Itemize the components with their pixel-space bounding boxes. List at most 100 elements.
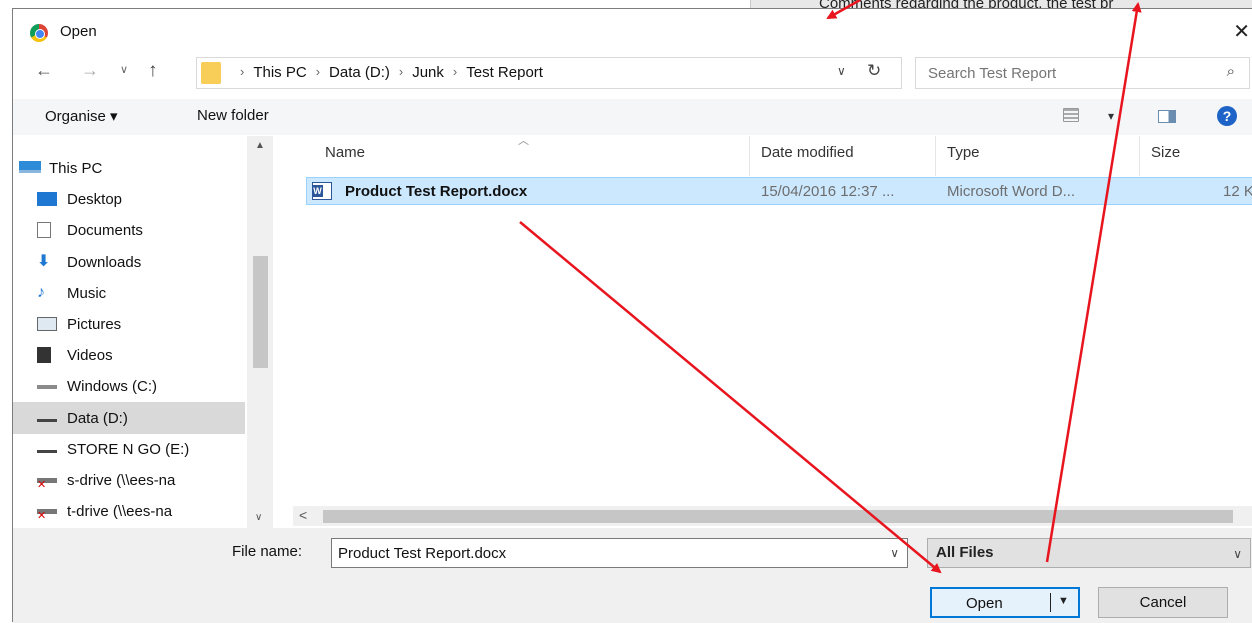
scroll-down-icon[interactable]: ∨: [255, 512, 262, 523]
drive-icon: [37, 418, 57, 422]
scroll-thumb[interactable]: [253, 256, 268, 368]
dialog-title: Open: [60, 23, 97, 40]
breadcrumb-item-test-report[interactable]: Test Report: [466, 64, 543, 81]
column-divider[interactable]: [935, 136, 936, 176]
drive-icon: [37, 449, 57, 453]
disconnected-network-drive-icon: ✕: [37, 509, 57, 522]
scroll-up-icon[interactable]: ▲: [255, 140, 265, 151]
file-type-select[interactable]: All Files ∨: [927, 538, 1251, 568]
sidebar-item-label: Desktop: [67, 191, 123, 209]
download-arrow-icon: ⬇: [37, 252, 51, 270]
videos-icon: [37, 347, 51, 364]
sidebar-item[interactable]: Windows (C:): [13, 370, 245, 402]
file-name-input[interactable]: [338, 544, 858, 562]
music-note-icon: ♪: [37, 283, 45, 301]
sidebar-item[interactable]: Desktop: [13, 183, 245, 215]
navigation-pane: This PC Desktop Documents ⬇ Downloads ♪ Music P…: [13, 136, 275, 528]
file-size-cell: 12 KB: [1223, 183, 1252, 200]
column-header-name[interactable]: Name: [325, 144, 365, 161]
chevron-down-icon[interactable]: ∨: [890, 546, 899, 560]
windows-drive-icon: [37, 385, 57, 390]
sidebar-item-label: Pictures: [67, 316, 122, 333]
sidebar-item-label: t-drive (\\ees-na: [67, 503, 173, 521]
chevron-down-icon[interactable]: ∨: [1233, 547, 1242, 561]
sidebar-item[interactable]: This PC: [13, 152, 245, 184]
sidebar-item[interactable]: ⬇ Downloads: [13, 246, 245, 278]
folder-icon: [201, 62, 221, 84]
up-folder-button[interactable]: ↑: [148, 60, 158, 82]
file-name-label: File name:: [232, 543, 303, 560]
column-divider[interactable]: [1139, 136, 1140, 176]
scroll-thumb[interactable]: [323, 510, 1233, 523]
sidebar-item[interactable]: STORE N GO (E:): [13, 433, 245, 465]
search-box[interactable]: ⌕: [915, 57, 1250, 89]
scroll-left-icon[interactable]: <: [299, 507, 307, 523]
chrome-icon: [30, 24, 48, 42]
address-dropdown-icon[interactable]: ∨: [837, 64, 846, 78]
file-name-combobox[interactable]: ∨: [331, 538, 908, 568]
close-icon[interactable]: ✕: [1233, 19, 1250, 44]
horizontal-scrollbar[interactable]: <: [293, 506, 1252, 526]
desktop-icon: [37, 192, 57, 207]
file-type-selected-value: All Files: [936, 544, 994, 561]
navigation-row: ← → ∨ ↑ › This PC › Data (D:) › Junk › T…: [13, 57, 1252, 89]
search-input[interactable]: [928, 63, 1188, 83]
sidebar-item[interactable]: ✕ s-drive (\\ees-na: [13, 464, 245, 496]
refresh-icon[interactable]: ↻: [867, 61, 881, 81]
documents-icon: [37, 222, 51, 239]
breadcrumb-item-data-drive[interactable]: Data (D:): [329, 64, 390, 81]
open-button[interactable]: Open ▼: [930, 587, 1080, 618]
open-file-dialog: Open ✕ ← → ∨ ↑ › This PC › Data (D:) › J…: [12, 8, 1252, 623]
command-toolbar: Organise ▾ New folder ▾ ?: [13, 99, 1252, 135]
sidebar-item[interactable]: Data (D:): [13, 401, 245, 434]
view-options-icon[interactable]: [1063, 108, 1079, 122]
breadcrumb-item-junk[interactable]: Junk: [412, 64, 444, 81]
breadcrumb-separator: ›: [315, 64, 321, 79]
breadcrumb-separator: ›: [398, 64, 404, 79]
sidebar-item[interactable]: Documents: [13, 214, 245, 246]
search-icon[interactable]: ⌕: [1227, 63, 1235, 80]
sidebar-item-label: Documents: [67, 222, 143, 240]
sidebar-item[interactable]: Pictures: [13, 308, 245, 340]
dialog-footer: File name: ∨ All Files ∨ Open ▼ Cancel: [13, 528, 1252, 623]
sidebar-item-label: Downloads: [67, 253, 142, 271]
recent-locations-button[interactable]: ∨: [120, 63, 128, 76]
column-header-size[interactable]: Size: [1151, 144, 1180, 161]
back-button[interactable]: ←: [35, 60, 53, 81]
breadcrumb: › This PC › Data (D:) › Junk › Test Repo…: [231, 64, 543, 81]
sidebar-item[interactable]: Videos: [13, 339, 245, 371]
breadcrumb-separator: ›: [452, 64, 458, 79]
sidebar-item[interactable]: ♪ Music: [13, 277, 245, 309]
sidebar-item-label: Data (D:): [67, 409, 128, 427]
address-bar[interactable]: › This PC › Data (D:) › Junk › Test Repo…: [196, 57, 902, 89]
navigation-scrollbar[interactable]: ▲ ∨: [247, 136, 273, 528]
breadcrumb-separator: ›: [240, 64, 245, 79]
breadcrumb-item-this-pc[interactable]: This PC: [253, 64, 306, 81]
forward-button[interactable]: →: [81, 60, 99, 81]
file-type-cell: Microsoft Word D...: [947, 183, 1076, 200]
cancel-button-label: Cancel: [1139, 594, 1187, 611]
pictures-icon: [37, 317, 57, 331]
sidebar-item[interactable]: ✕ t-drive (\\ees-na: [13, 495, 245, 527]
column-divider[interactable]: [749, 136, 750, 176]
open-button-label: Open: [966, 595, 1003, 612]
sidebar-item-label: s-drive (\\ees-na: [67, 472, 176, 489]
new-folder-button[interactable]: New folder: [197, 107, 269, 124]
column-header-date-modified[interactable]: Date modified: [761, 144, 854, 161]
sort-ascending-icon: ︿: [518, 135, 529, 147]
preview-pane-icon[interactable]: [1158, 110, 1176, 123]
table-row[interactable]: Product Test Report.docx 15/04/2016 12:3…: [306, 177, 1252, 205]
disconnected-network-drive-icon: ✕: [37, 478, 57, 491]
view-options-caret-icon[interactable]: ▾: [1108, 109, 1114, 123]
file-list-pane: ︿ Name Date modified Type Size Product T…: [275, 135, 1252, 528]
help-icon[interactable]: ?: [1217, 106, 1237, 126]
column-header-type[interactable]: Type: [947, 144, 980, 161]
organise-button[interactable]: Organise ▾: [45, 107, 118, 125]
title-bar: Open ✕: [13, 9, 1252, 49]
sidebar-item-label: This PC: [49, 160, 103, 177]
cancel-button[interactable]: Cancel: [1098, 587, 1228, 618]
date-modified-cell: 15/04/2016 12:37 ...: [761, 183, 895, 200]
file-name-cell: Product Test Report.docx: [345, 183, 528, 200]
open-options-dropdown-icon[interactable]: ▼: [1058, 595, 1069, 607]
computer-icon: [19, 161, 41, 173]
